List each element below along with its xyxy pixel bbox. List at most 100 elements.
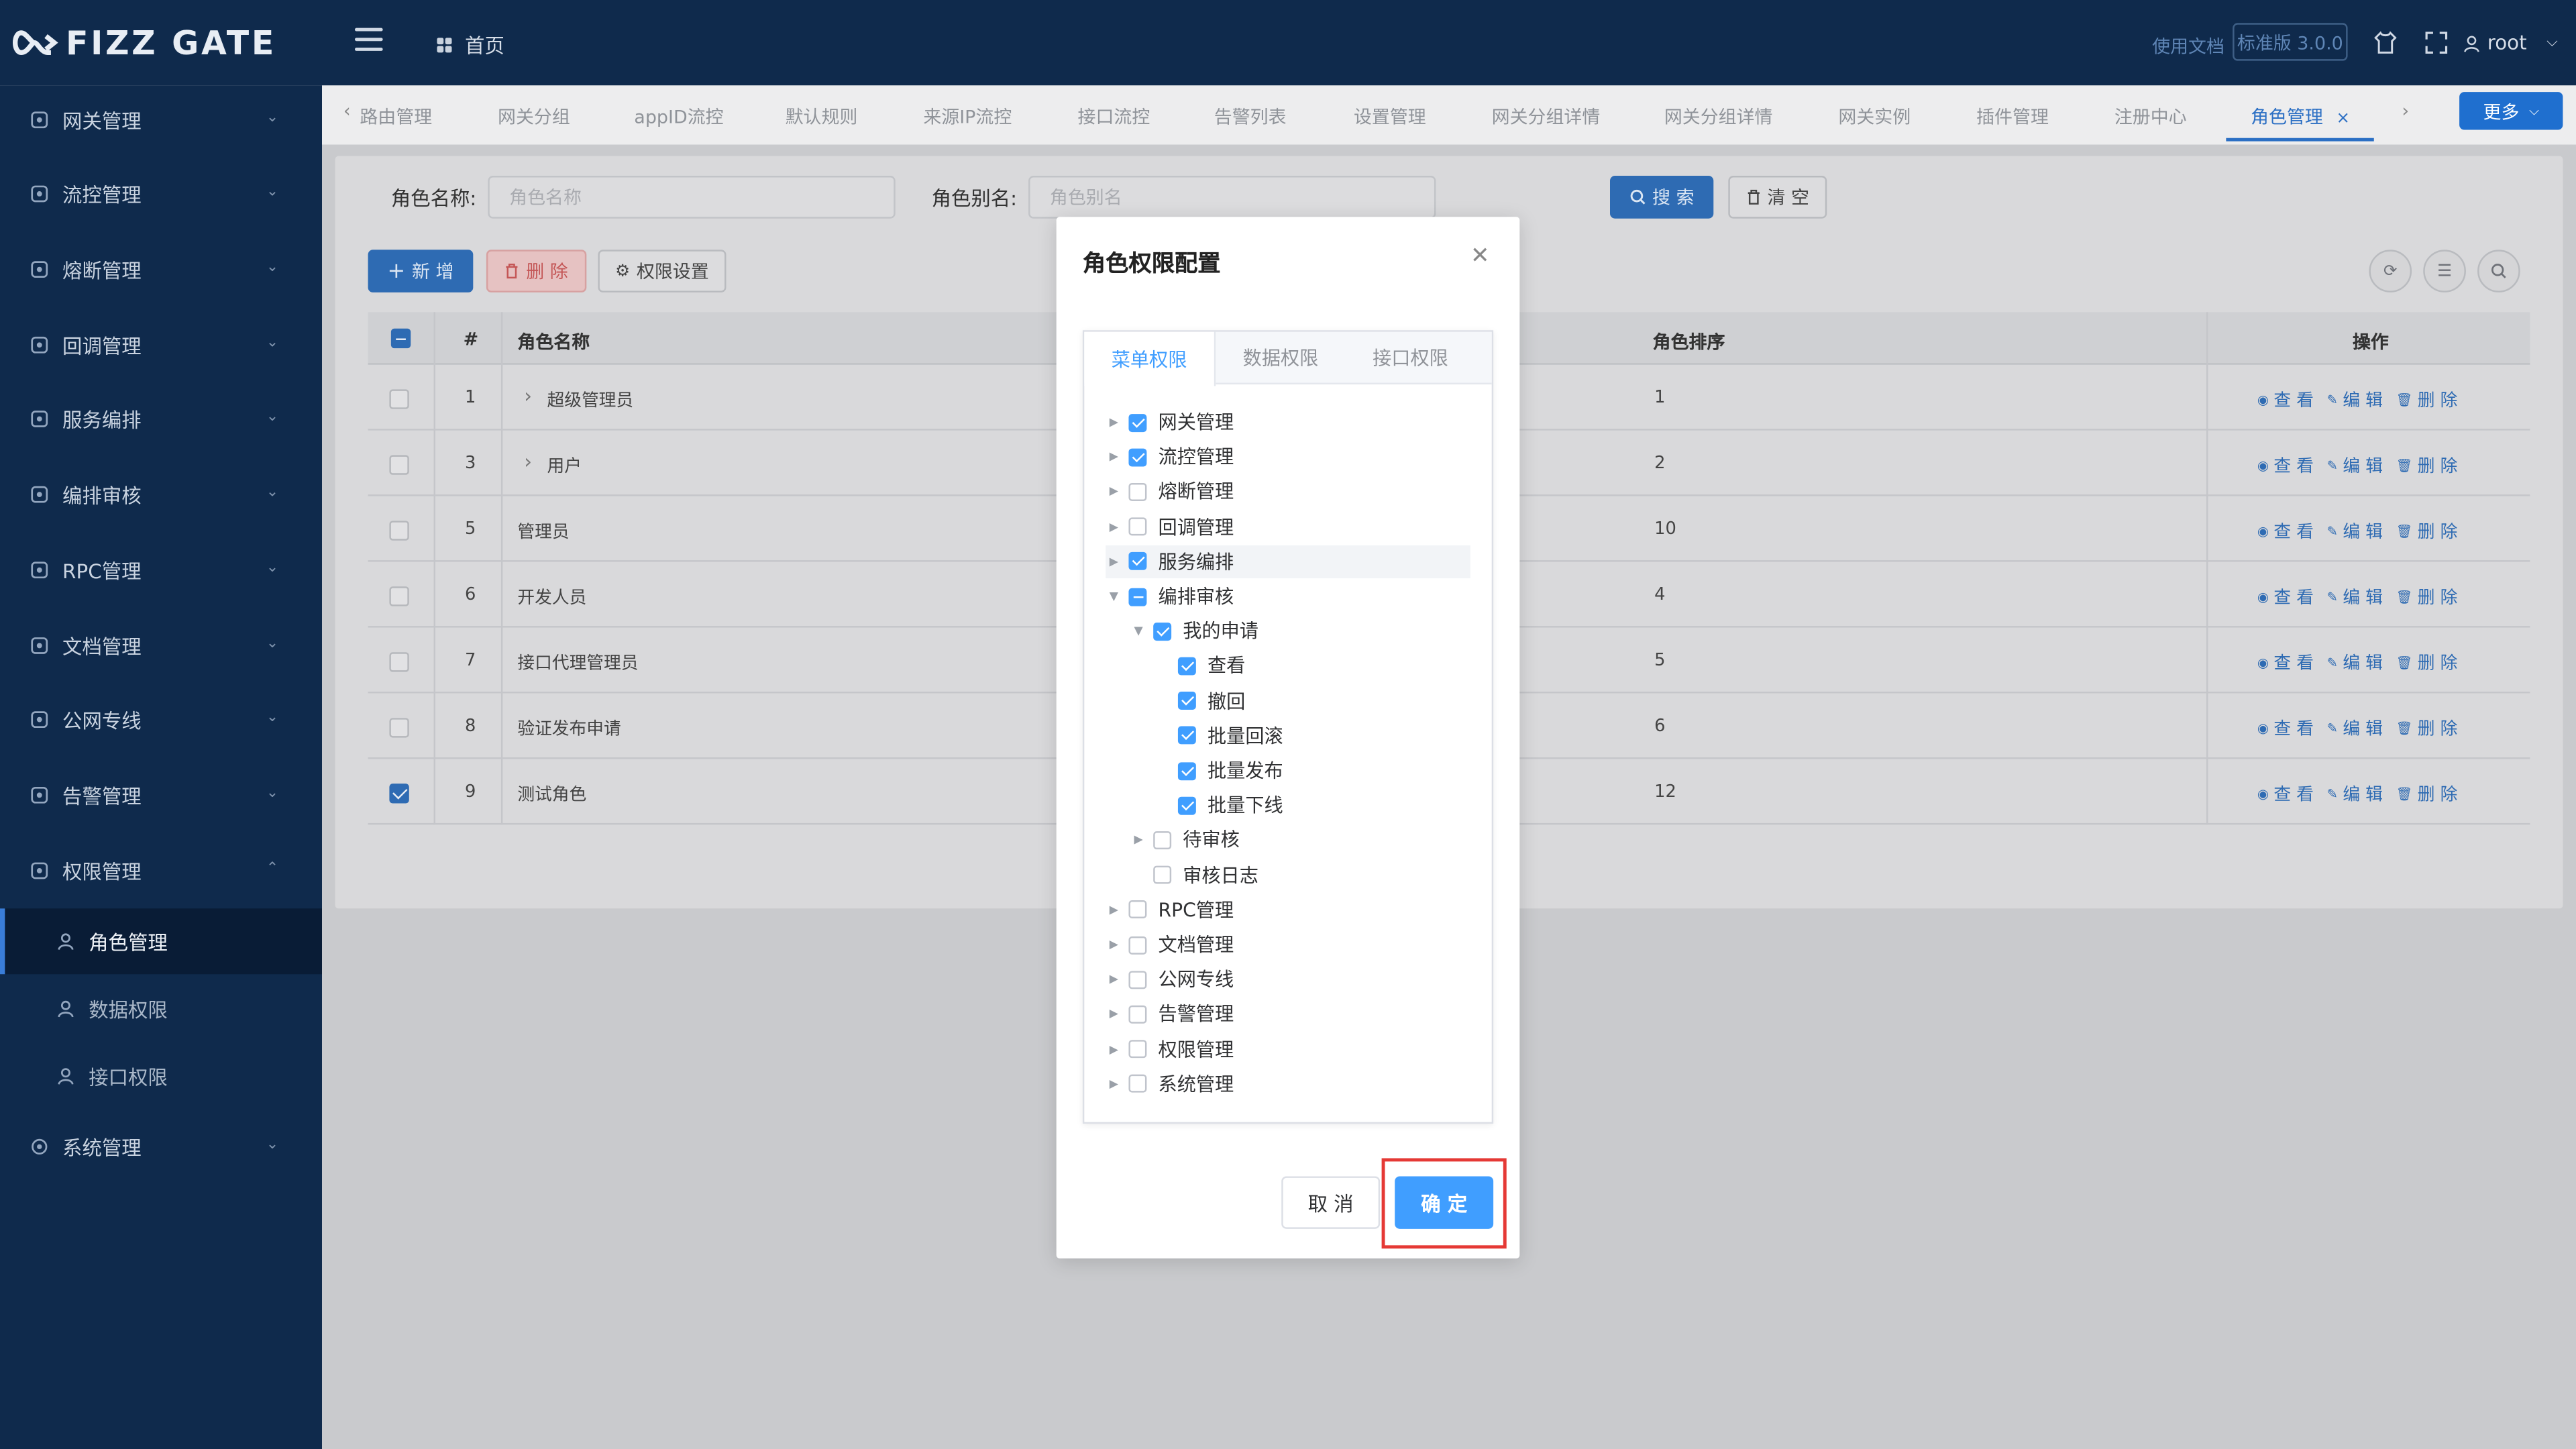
view-action[interactable]: ◉ 查 看 (2257, 782, 2314, 807)
tree-node[interactable]: ▶ 回调管理 (1106, 511, 1234, 543)
tree-node-checkbox[interactable] (1128, 1040, 1147, 1059)
sidebar-item-5[interactable]: 编排审核 ⌄ (0, 462, 322, 527)
delete-action[interactable]: 🗑︎ 删 除 (2396, 585, 2458, 610)
edit-action[interactable]: ✎ 编 辑 (2327, 716, 2383, 741)
sidebar-item-3[interactable]: 回调管理 ⌄ (0, 312, 322, 378)
delete-action[interactable]: 🗑︎ 删 除 (2396, 388, 2458, 413)
tree-node-checkbox[interactable] (1128, 970, 1147, 989)
tab-7[interactable]: 设置管理 (1354, 103, 1426, 129)
sidebar-item-6[interactable]: RPC管理 ⌄ (0, 537, 322, 603)
edit-action[interactable]: ✎ 编 辑 (2327, 388, 2383, 413)
delete-action[interactable]: 🗑︎ 删 除 (2396, 453, 2458, 478)
tab-13[interactable]: 角色管理 × (2251, 103, 2350, 129)
tree-node-checkbox[interactable] (1177, 796, 1196, 814)
tree-node[interactable]: 批量回滚 (1155, 719, 1283, 752)
tree-node-checkbox[interactable] (1128, 552, 1147, 571)
role-name-input[interactable]: 角色名称 (488, 176, 896, 219)
tab-12[interactable]: 注册中心 (2114, 103, 2187, 129)
tabs-scroll-left-icon[interactable]: ‹ (343, 100, 351, 121)
cancel-button[interactable]: 取 消 (1281, 1176, 1381, 1229)
row-checkbox[interactable] (389, 718, 409, 738)
tab-5[interactable]: 接口流控 (1078, 103, 1150, 129)
menu-toggle-icon[interactable] (354, 28, 383, 51)
tree-node-checkbox[interactable] (1128, 900, 1147, 919)
edit-action[interactable]: ✎ 编 辑 (2327, 585, 2383, 610)
tree-node-checkbox[interactable] (1153, 830, 1172, 849)
tab-8[interactable]: 网关分组详情 (1492, 103, 1601, 129)
tree-node-checkbox[interactable] (1128, 587, 1147, 606)
tree-node-checkbox[interactable] (1128, 935, 1147, 954)
caret-right-icon[interactable]: ▶ (1106, 555, 1122, 568)
view-action[interactable]: ◉ 查 看 (2257, 453, 2314, 478)
sidebar-subitem-0[interactable]: 角色管理 (0, 908, 323, 975)
doc-link[interactable]: 使用文档 (2152, 33, 2224, 59)
sidebar-item-0[interactable]: 网关管理 ⌄ (0, 87, 322, 153)
caret-right-icon[interactable]: ▶ (1106, 450, 1122, 464)
search-button[interactable]: 搜 索 (1610, 176, 1714, 219)
delete-button[interactable]: 删 除 (486, 250, 587, 292)
columns-filter-icon[interactable]: ☰ (2423, 250, 2466, 292)
sidebar-item-9[interactable]: 告警管理 ⌄ (0, 762, 322, 828)
search-toggle-icon[interactable] (2477, 250, 2520, 292)
permission-settings-button[interactable]: ⚙ 权限设置 (598, 250, 727, 292)
tree-node-checkbox[interactable] (1128, 1005, 1147, 1024)
row-checkbox[interactable] (389, 586, 409, 606)
add-button[interactable]: + 新 增 (368, 250, 474, 292)
tree-node[interactable]: 批量下线 (1155, 789, 1283, 822)
tab-6[interactable]: 告警列表 (1214, 103, 1287, 129)
sidebar-item-2[interactable]: 熔断管理 ⌄ (0, 237, 322, 303)
tree-node[interactable]: ▼ 编排审核 (1106, 580, 1234, 612)
tree-node-checkbox[interactable] (1153, 865, 1172, 884)
tab-0[interactable]: 路由管理 (360, 103, 432, 129)
row-checkbox[interactable] (389, 521, 409, 541)
clear-button[interactable]: 清 空 (1728, 176, 1827, 219)
tree-node-checkbox[interactable] (1177, 727, 1196, 745)
fullscreen-icon[interactable] (2425, 30, 2448, 61)
row-checkbox[interactable] (389, 455, 409, 475)
tree-node[interactable]: ▶ RPC管理 (1106, 894, 1234, 926)
tab-9[interactable]: 网关分组详情 (1664, 103, 1773, 129)
chevron-right-icon[interactable]: › (524, 450, 532, 473)
tree-node[interactable]: ▶ 流控管理 (1106, 441, 1234, 474)
tab-menu-permission[interactable]: 菜单权限 (1084, 331, 1216, 386)
edit-action[interactable]: ✎ 编 辑 (2327, 519, 2383, 544)
tree-node-checkbox[interactable] (1177, 657, 1196, 676)
tab-data-permission[interactable]: 数据权限 (1216, 332, 1345, 384)
refresh-icon[interactable]: ⟳ (2369, 250, 2412, 292)
delete-action[interactable]: 🗑︎ 删 除 (2396, 716, 2458, 741)
tree-node[interactable]: ▶ 熔断管理 (1106, 476, 1234, 508)
edit-action[interactable]: ✎ 编 辑 (2327, 453, 2383, 478)
edit-action[interactable]: ✎ 编 辑 (2327, 782, 2383, 807)
tree-node[interactable]: ▶ 告警管理 (1106, 998, 1234, 1030)
view-action[interactable]: ◉ 查 看 (2257, 651, 2314, 676)
delete-action[interactable]: 🗑︎ 删 除 (2396, 651, 2458, 676)
delete-action[interactable]: 🗑︎ 删 除 (2396, 782, 2458, 807)
tab-api-permission[interactable]: 接口权限 (1346, 332, 1475, 384)
role-alias-input[interactable]: 角色别名 (1028, 176, 1436, 219)
row-checkbox[interactable] (389, 652, 409, 672)
caret-right-icon[interactable]: ▶ (1106, 485, 1122, 498)
shirt-theme-icon[interactable] (2374, 30, 2397, 61)
sidebar-item-1[interactable]: 流控管理 ⌄ (0, 161, 322, 227)
tab-2[interactable]: appID流控 (634, 103, 723, 129)
sidebar-subitem-2[interactable]: 接口权限 (0, 1043, 322, 1109)
caret-right-icon[interactable]: ▶ (1106, 520, 1122, 533)
caret-down-icon[interactable]: ▼ (1130, 625, 1146, 638)
tree-node[interactable]: 审核日志 (1130, 859, 1258, 892)
sidebar-item-7[interactable]: 文档管理 ⌄ (0, 612, 322, 678)
caret-right-icon[interactable]: ▶ (1106, 1008, 1122, 1021)
tree-node[interactable]: ▶ 服务编排 (1106, 545, 1470, 578)
view-action[interactable]: ◉ 查 看 (2257, 716, 2314, 741)
tab-1[interactable]: 网关分组 (498, 103, 570, 129)
view-action[interactable]: ◉ 查 看 (2257, 388, 2314, 413)
row-checkbox[interactable] (389, 389, 409, 409)
caret-right-icon[interactable]: ▶ (1106, 973, 1122, 986)
user-menu[interactable]: root ⌵ (2463, 32, 2558, 54)
tab-4[interactable]: 来源IP流控 (923, 103, 1012, 129)
tree-node[interactable]: ▶ 权限管理 (1106, 1032, 1234, 1065)
tree-node-checkbox[interactable] (1177, 761, 1196, 780)
view-action[interactable]: ◉ 查 看 (2257, 519, 2314, 544)
tree-node-checkbox[interactable] (1128, 1075, 1147, 1093)
tree-node-checkbox[interactable] (1153, 622, 1172, 641)
caret-right-icon[interactable]: ▶ (1106, 903, 1122, 916)
